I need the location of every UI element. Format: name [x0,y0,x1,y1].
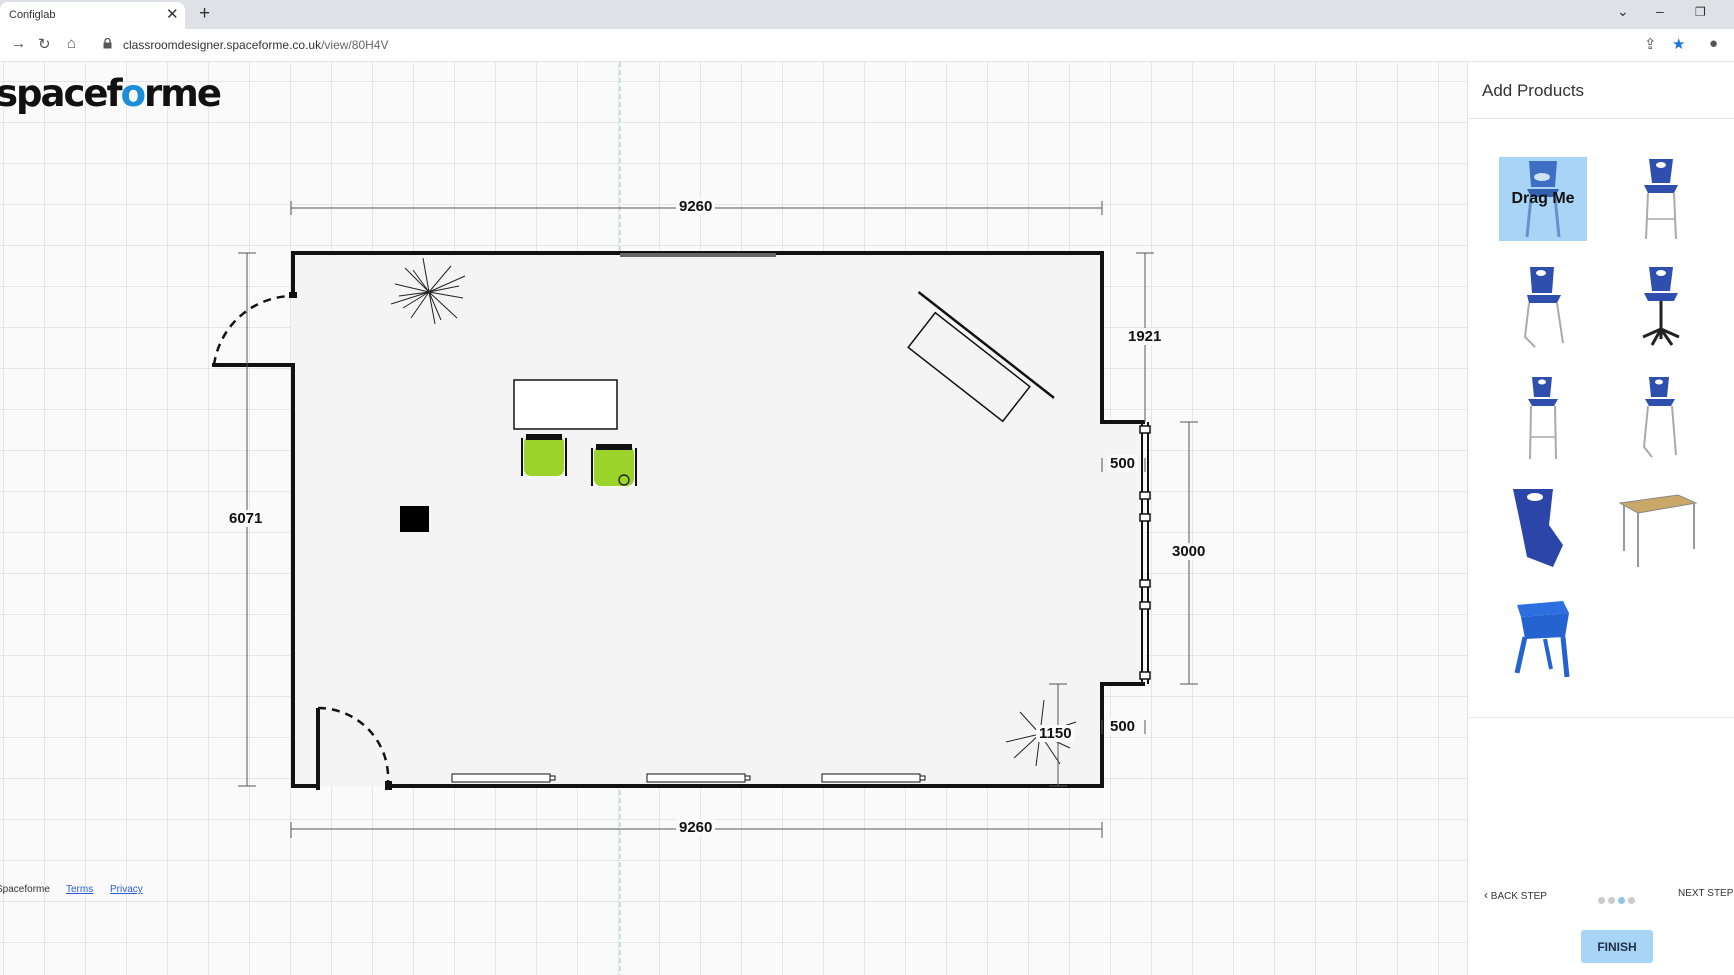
bookmark-star-icon[interactable]: ★ [1672,35,1685,53]
step-dot [1608,897,1615,904]
url-text: classroomdesigner.spaceforme.co.uk/view/… [123,38,388,52]
product-stool-chair[interactable] [1616,157,1704,241]
dim-corner: 1150 [1036,725,1075,742]
whiteboard-top [620,253,776,257]
door-swing-left [212,294,292,366]
finish-button[interactable]: FINISH [1581,930,1653,963]
product-high-skid-stool[interactable] [1616,377,1704,461]
restore-icon[interactable]: ❐ [1695,5,1706,19]
chevron-left-icon: ‹ [1484,888,1488,902]
reload-icon[interactable]: ↻ [38,35,51,53]
terms-link-text[interactable]: Terms [66,884,93,895]
forward-icon[interactable]: → [11,35,26,52]
add-products-panel: Add Products Drag Me ‹ BACK STEP NEXT ST… [1467,62,1734,975]
product-drag-chair[interactable]: Drag Me [1499,157,1587,241]
divider [1468,118,1734,119]
dim-top: 9260 [676,198,716,215]
product-stool[interactable] [1499,597,1587,681]
tab-strip: Configlab ✕ + ⌄ – ❐ [0,0,1734,29]
radiators [451,773,926,783]
product-swivel-chair[interactable] [1616,267,1704,351]
terms-link[interactable]: Terms [66,884,93,895]
product-high-stool[interactable] [1499,377,1587,461]
product-table[interactable] [1616,487,1704,571]
close-tab-icon[interactable]: ✕ [166,5,179,23]
url-domain: classroomdesigner.spaceforme.co.uk [123,38,322,52]
lock-icon [103,38,112,49]
blue-high-skid-stool-icon [1642,377,1677,458]
step-indicator [1598,891,1638,909]
product-rocker-chair[interactable] [1499,487,1587,571]
door-hinge [289,292,297,298]
dim-recess-bottom: 500 [1107,718,1139,735]
oak-table-icon [1618,494,1698,567]
door-hinge-bottom [385,781,392,790]
green-chair-2 [591,444,637,486]
profile-icon[interactable]: ● [1709,35,1718,52]
blue-high-stool-icon [1528,377,1558,460]
back-step-button[interactable]: ‹ BACK STEP [1484,888,1547,902]
green-chair-1 [521,434,567,476]
privacy-link-text[interactable]: Privacy [110,884,143,895]
blue-stool-icon [1514,601,1570,678]
drag-me-label: Drag Me [1511,190,1575,207]
teacher-desk [513,379,618,430]
new-tab-icon[interactable]: + [199,3,210,25]
floor-plan[interactable] [0,62,1467,975]
dim-bottom: 9260 [676,819,716,836]
step-dot [1598,897,1605,904]
blue-swivel-chair-icon [1642,267,1680,346]
browser-tab[interactable]: Configlab ✕ [0,2,185,29]
tab-title: Configlab [9,9,56,21]
panel-title: Add Products [1482,81,1585,100]
privacy-link[interactable]: Privacy [110,884,143,895]
dim-right-window: 3000 [1169,543,1209,560]
footer-company: Spaceforme [0,884,50,895]
dim-left: 6071 [226,510,266,527]
share-icon[interactable]: ⇪ [1644,35,1657,53]
next-step-label: NEXT STEP [1678,888,1734,899]
product-skid-chair[interactable] [1499,267,1587,351]
url-path: /view/80H4V [321,38,389,52]
dim-right-upper: 1921 [1125,328,1165,345]
step-dot-current [1618,897,1625,904]
step-dot [1628,897,1635,904]
pillar-block [400,506,429,532]
minimize-icon[interactable]: – [1656,3,1664,19]
next-step-button[interactable]: NEXT STEP [1678,888,1733,899]
blue-rocker-chair-icon [1513,489,1563,567]
design-canvas[interactable]: spaceforme 9260 9260 6071 1921 3000 500 … [0,62,1467,975]
dim-recess-top: 500 [1107,455,1139,472]
divider [1468,717,1734,718]
home-icon[interactable]: ⌂ [67,35,76,52]
blue-skid-chair-icon [1523,267,1564,348]
back-step-label: BACK STEP [1490,891,1547,902]
chevron-down-icon[interactable]: ⌄ [1617,3,1629,20]
blue-stool-chair-icon [1644,159,1678,240]
address-bar: → ↻ ⌂ classroomdesigner.spaceforme.co.uk… [0,29,1734,62]
